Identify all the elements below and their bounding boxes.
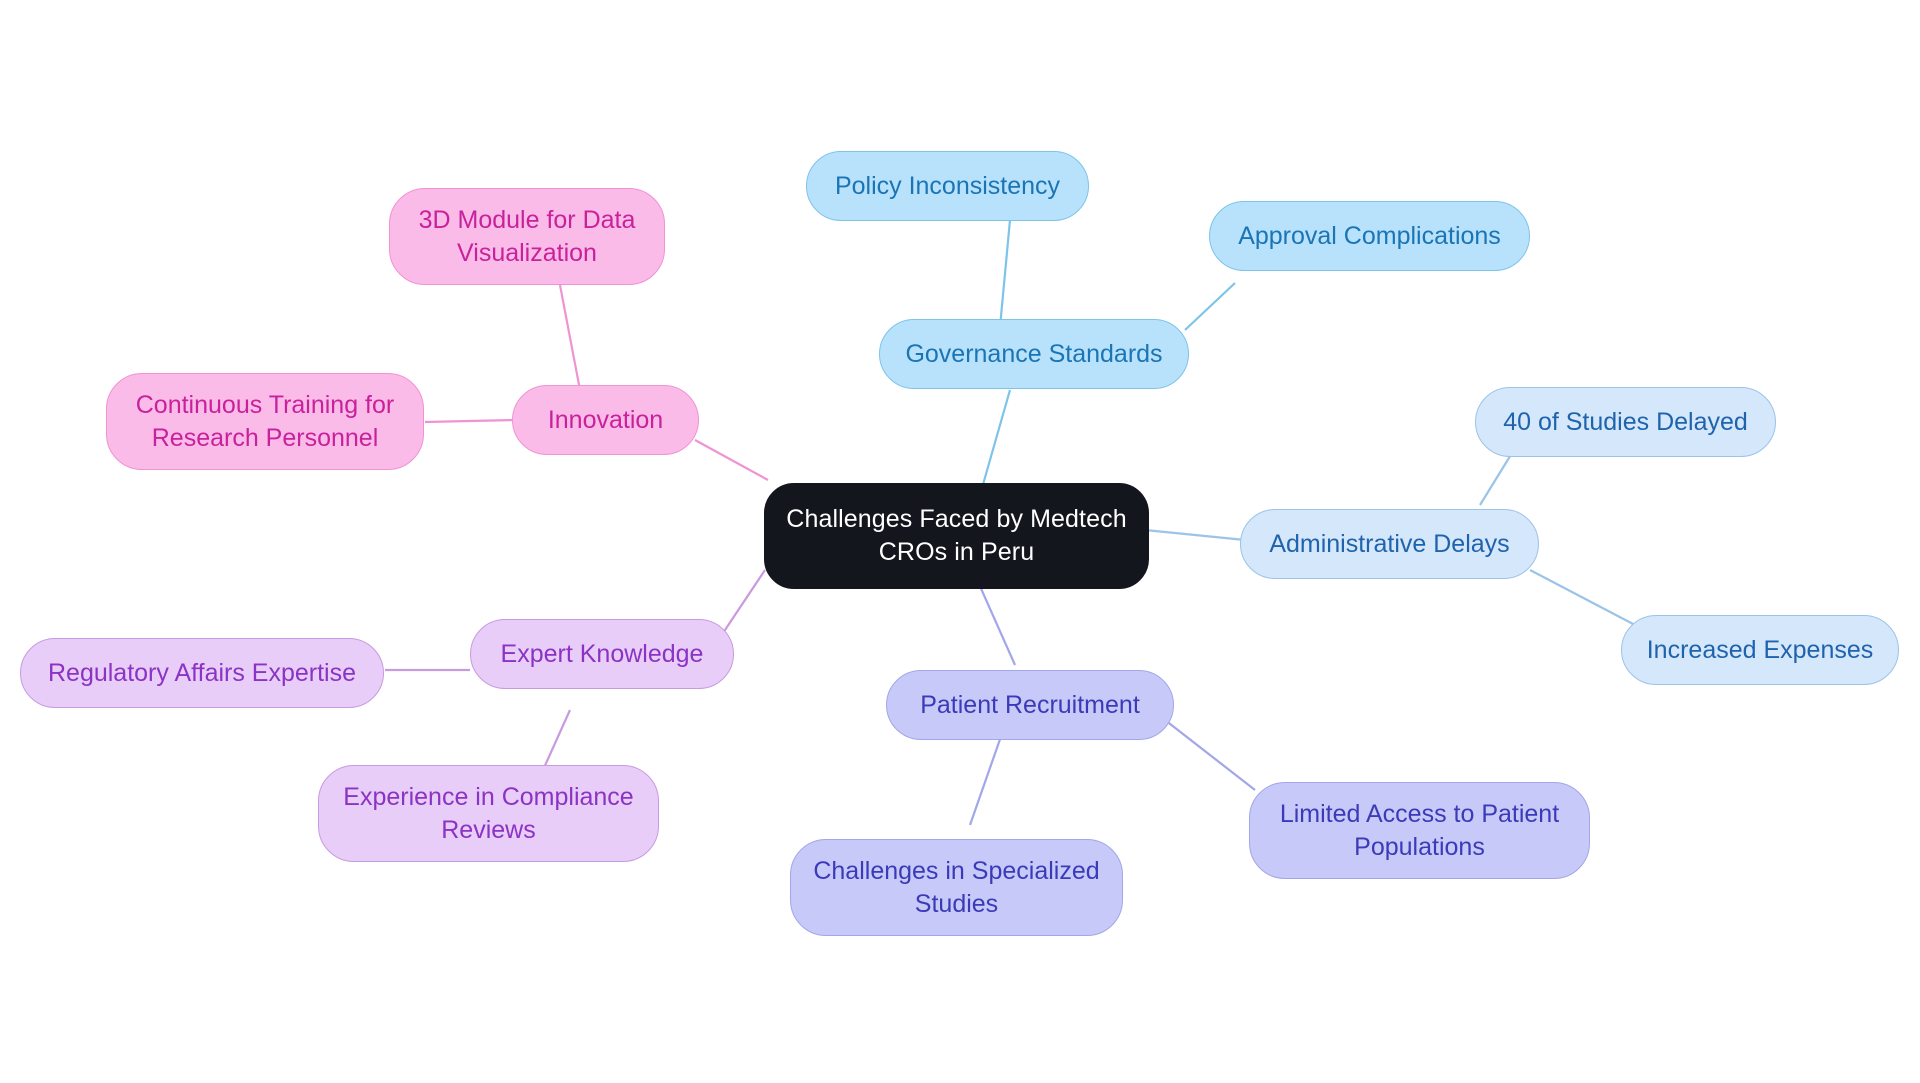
edge-patient-recruitment-specialized-studies [968,724,1007,826]
node-governance-standards[interactable]: Governance Standards [879,319,1189,389]
edge-administrative-delays-increased-expenses [1529,569,1636,626]
node-innovation[interactable]: Innovation [512,385,699,455]
node-approval-complications-label: Approval Complications [1238,221,1501,250]
node-limited-access[interactable]: Limited Access to Patient Populations [1249,782,1590,879]
node-specialized-studies[interactable]: Challenges in Specialized Studies [790,839,1123,936]
node-training-personnel[interactable]: Continuous Training for Research Personn… [106,373,424,470]
node-policy-inconsistency[interactable]: Policy Inconsistency [806,151,1089,221]
node-administrative-delays-label: Administrative Delays [1269,529,1510,558]
edge-innovation-data-visualization [558,284,582,391]
node-regulatory-affairs-label: Regulatory Affairs Expertise [47,658,357,687]
node-patient-recruitment[interactable]: Patient Recruitment [886,670,1174,740]
node-patient-recruitment-label: Patient Recruitment [920,690,1140,719]
node-studies-delayed[interactable]: 40 of Studies Delayed [1475,387,1776,457]
edge-governance-standards-approval-complications [1184,282,1236,331]
edge-root-innovation [694,439,769,481]
node-policy-inconsistency-label: Policy Inconsistency [834,171,1061,200]
node-expert-knowledge-label: Expert Knowledge [500,639,704,668]
node-approval-complications[interactable]: Approval Complications [1209,201,1530,271]
root-node-label: Challenges Faced by Medtech CROs in Peru [786,505,1127,566]
node-studies-delayed-label: 40 of Studies Delayed [1503,407,1748,436]
node-training-personnel-label: Continuous Training for Research Personn… [135,390,395,452]
node-innovation-label: Innovation [547,405,664,434]
node-regulatory-affairs[interactable]: Regulatory Affairs Expertise [20,638,384,708]
node-administrative-delays[interactable]: Administrative Delays [1240,509,1539,579]
edge-root-administrative-delays [1144,528,1246,542]
node-compliance-reviews-label: Experience in Compliance Reviews [343,782,634,844]
node-governance-standards-label: Governance Standards [905,339,1163,368]
edge-patient-recruitment-limited-access [1164,719,1256,791]
edge-innovation-training-personnel [424,418,516,424]
node-compliance-reviews[interactable]: Experience in Compliance Reviews [318,765,659,862]
node-increased-expenses[interactable]: Increased Expenses [1621,615,1899,685]
root-node[interactable]: Challenges Faced by Medtech CROs in Peru [764,483,1149,589]
node-increased-expenses-label: Increased Expenses [1646,635,1874,664]
edge-root-governance-standards [978,389,1012,496]
mindmap-canvas: Challenges Faced by Medtech CROs in Peru… [0,0,1920,1083]
node-data-visualization[interactable]: 3D Module for Data Visualization [389,188,665,285]
node-data-visualization-label: 3D Module for Data Visualization [418,205,636,267]
node-expert-knowledge[interactable]: Expert Knowledge [470,619,734,689]
edge-governance-standards-policy-inconsistency [998,219,1012,328]
node-specialized-studies-label: Challenges in Specialized Studies [813,856,1100,918]
node-limited-access-label: Limited Access to Patient Populations [1279,799,1560,861]
